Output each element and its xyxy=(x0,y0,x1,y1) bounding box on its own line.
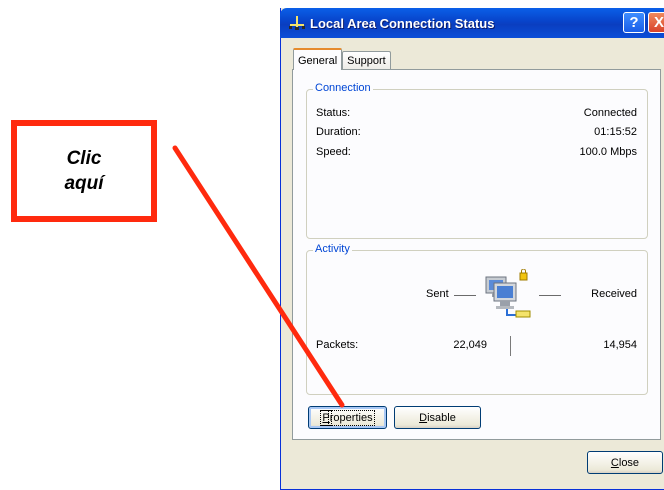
activity-group: Activity Sent Received Packets: 22,049 1… xyxy=(306,243,648,395)
tab-support[interactable]: Support xyxy=(342,51,391,70)
tab-general[interactable]: General xyxy=(293,48,343,70)
annotation-line-1: Clic xyxy=(66,148,102,169)
activity-legend: Activity xyxy=(313,243,352,255)
window-title: Local Area Connection Status xyxy=(310,15,495,31)
properties-button[interactable]: Properties xyxy=(308,406,387,429)
title-bar[interactable]: Local Area Connection Status ? X xyxy=(280,8,664,38)
connection-legend: Connection xyxy=(313,82,373,94)
received-label: Received xyxy=(591,288,637,300)
properties-label: roperties xyxy=(327,409,375,426)
packets-received-value: 14,954 xyxy=(603,339,637,351)
close-window-button[interactable]: X xyxy=(648,12,664,33)
help-button[interactable]: ? xyxy=(623,12,645,33)
packets-divider xyxy=(510,336,511,356)
duration-label: Duration: xyxy=(316,126,361,138)
disable-label: isable xyxy=(427,411,456,424)
close-accel-key: C xyxy=(610,456,619,469)
close-label: lose xyxy=(618,456,640,469)
connection-group: Connection Status: Connected Duration: 0… xyxy=(306,82,648,239)
network-computers-icon xyxy=(482,268,532,321)
close-button[interactable]: Close xyxy=(587,451,663,474)
annotation-line-2: aquí xyxy=(64,173,104,194)
general-tab-panel: Connection Status: Connected Duration: 0… xyxy=(292,69,661,440)
speed-label: Speed: xyxy=(316,146,351,158)
speed-value: 100.0 Mbps xyxy=(579,146,637,158)
sent-dash xyxy=(454,295,476,296)
duration-value: 01:15:52 xyxy=(594,126,637,138)
network-connection-icon xyxy=(288,14,306,32)
packets-sent-value: 22,049 xyxy=(453,339,487,351)
received-dash xyxy=(539,295,561,296)
disable-accel-key: D xyxy=(419,411,428,424)
sent-label: Sent xyxy=(426,288,449,300)
annotation-callout: Clic aquí xyxy=(11,120,157,222)
tab-strip: General Support xyxy=(293,48,391,70)
disable-button[interactable]: Disable xyxy=(394,406,481,429)
status-dialog: Local Area Connection Status ? X General… xyxy=(280,8,664,490)
packets-label: Packets: xyxy=(316,339,359,351)
status-label: Status: xyxy=(316,107,351,119)
properties-accel-key: P xyxy=(320,409,332,426)
status-value: Connected xyxy=(583,107,637,119)
